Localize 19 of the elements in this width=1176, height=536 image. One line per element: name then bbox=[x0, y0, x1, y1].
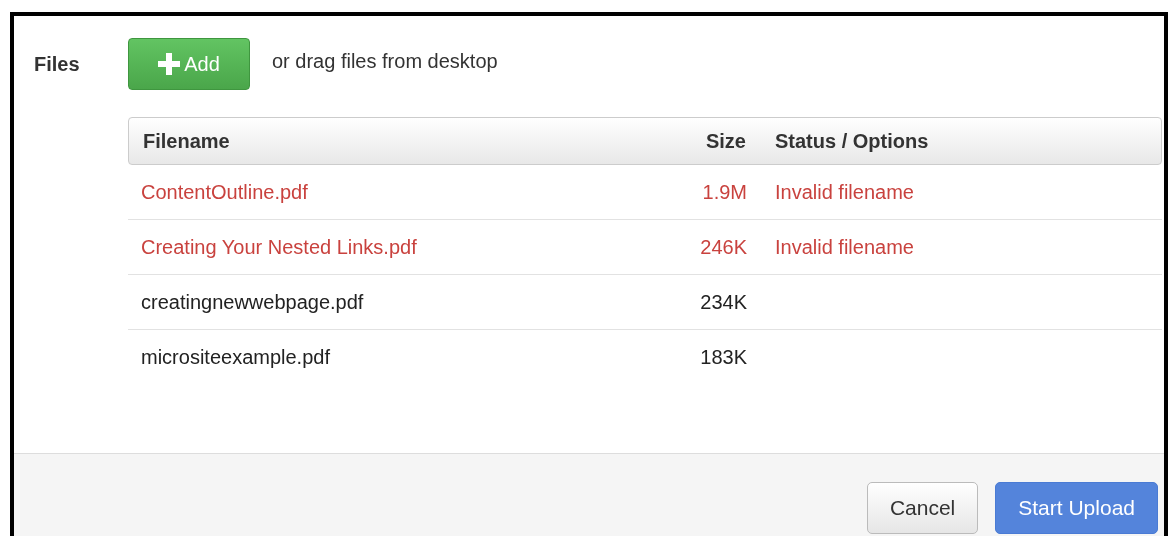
add-button[interactable]: Add bbox=[128, 38, 250, 90]
size-cell-text: 183K bbox=[699, 345, 748, 369]
filename-cell-text: ContentOutline.pdf bbox=[140, 180, 309, 204]
cancel-button[interactable]: Cancel bbox=[866, 482, 979, 534]
status-cell-text: Invalid filename bbox=[774, 235, 915, 259]
plus-icon bbox=[158, 53, 181, 75]
size-cell-text: 246K bbox=[699, 235, 748, 259]
field-label: Files bbox=[34, 52, 81, 76]
filename-cell-text: micrositeexample.pdf bbox=[140, 345, 331, 369]
filename-cell-text: creatingnewwebpage.pdf bbox=[140, 290, 365, 314]
size-cell-text: 1.9M bbox=[701, 180, 748, 204]
filename-cell-text: Creating Your Nested Links.pdf bbox=[140, 235, 418, 259]
column-header: Filename bbox=[142, 129, 231, 153]
drop-hint: or drag files from desktop bbox=[272, 49, 498, 73]
start-upload-button[interactable]: Start Upload bbox=[995, 482, 1158, 534]
status-cell-text: Invalid filename bbox=[774, 180, 915, 204]
size-cell-text: 234K bbox=[699, 290, 748, 314]
column-header: Status / Options bbox=[774, 129, 930, 153]
column-header: Size bbox=[704, 129, 747, 153]
